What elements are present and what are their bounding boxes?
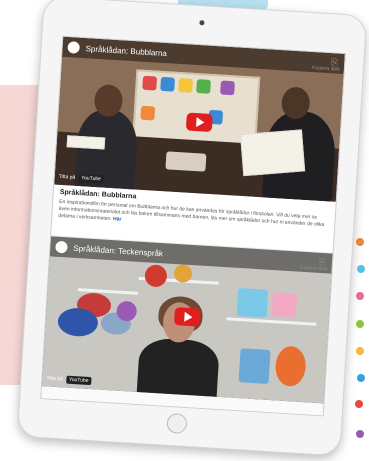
sign-language-presenter: [136, 337, 220, 402]
toy: [142, 75, 158, 91]
youtube-logo: YouTube: [77, 173, 105, 184]
decor-dot: [356, 347, 364, 355]
channel-logo-icon: [67, 41, 81, 54]
book: [66, 135, 106, 150]
video-player-2[interactable]: Språklådan: Teckenspråk ⎘ Kopiera länk T…: [41, 236, 333, 404]
play-button[interactable]: [173, 307, 201, 327]
watch-on-label: Titta på: [58, 173, 76, 181]
toy: [178, 77, 193, 93]
decor-dot: [355, 400, 363, 408]
decor-dot: [357, 265, 365, 273]
video-1-title[interactable]: Språklådan: Bubblarna: [85, 44, 167, 58]
decor-dot: [356, 430, 364, 438]
decor-dot: [356, 320, 364, 328]
video-2-title[interactable]: Språklådan: Teckenspråk: [73, 243, 163, 257]
book: [271, 292, 298, 318]
watch-on-label: Titta på: [46, 375, 64, 383]
youtube-logo: YouTube: [65, 375, 92, 386]
toy: [196, 79, 211, 94]
play-button[interactable]: [185, 112, 213, 132]
home-button[interactable]: [166, 412, 188, 435]
tablet-frame: Språklådan: Bubblarna ⎘ Kopiera länk Tit…: [16, 0, 368, 457]
toy: [220, 80, 235, 96]
picture-book: [240, 129, 306, 177]
toy: [140, 105, 156, 121]
camera-icon: [199, 20, 205, 26]
video-player-1[interactable]: Språklådan: Bubblarna ⎘ Kopiera länk Tit…: [54, 36, 345, 202]
tablet-screen: Språklådan: Bubblarna ⎘ Kopiera länk Tit…: [40, 35, 346, 417]
decor-dot: [356, 238, 364, 246]
decor-dot: [357, 374, 365, 382]
toy-basket: [165, 151, 207, 172]
caption-link[interactable]: Här: [113, 216, 122, 222]
channel-logo-icon: [55, 240, 68, 254]
book: [236, 287, 269, 318]
decor-dot: [356, 292, 364, 300]
box: [238, 348, 271, 384]
toy: [160, 76, 176, 92]
